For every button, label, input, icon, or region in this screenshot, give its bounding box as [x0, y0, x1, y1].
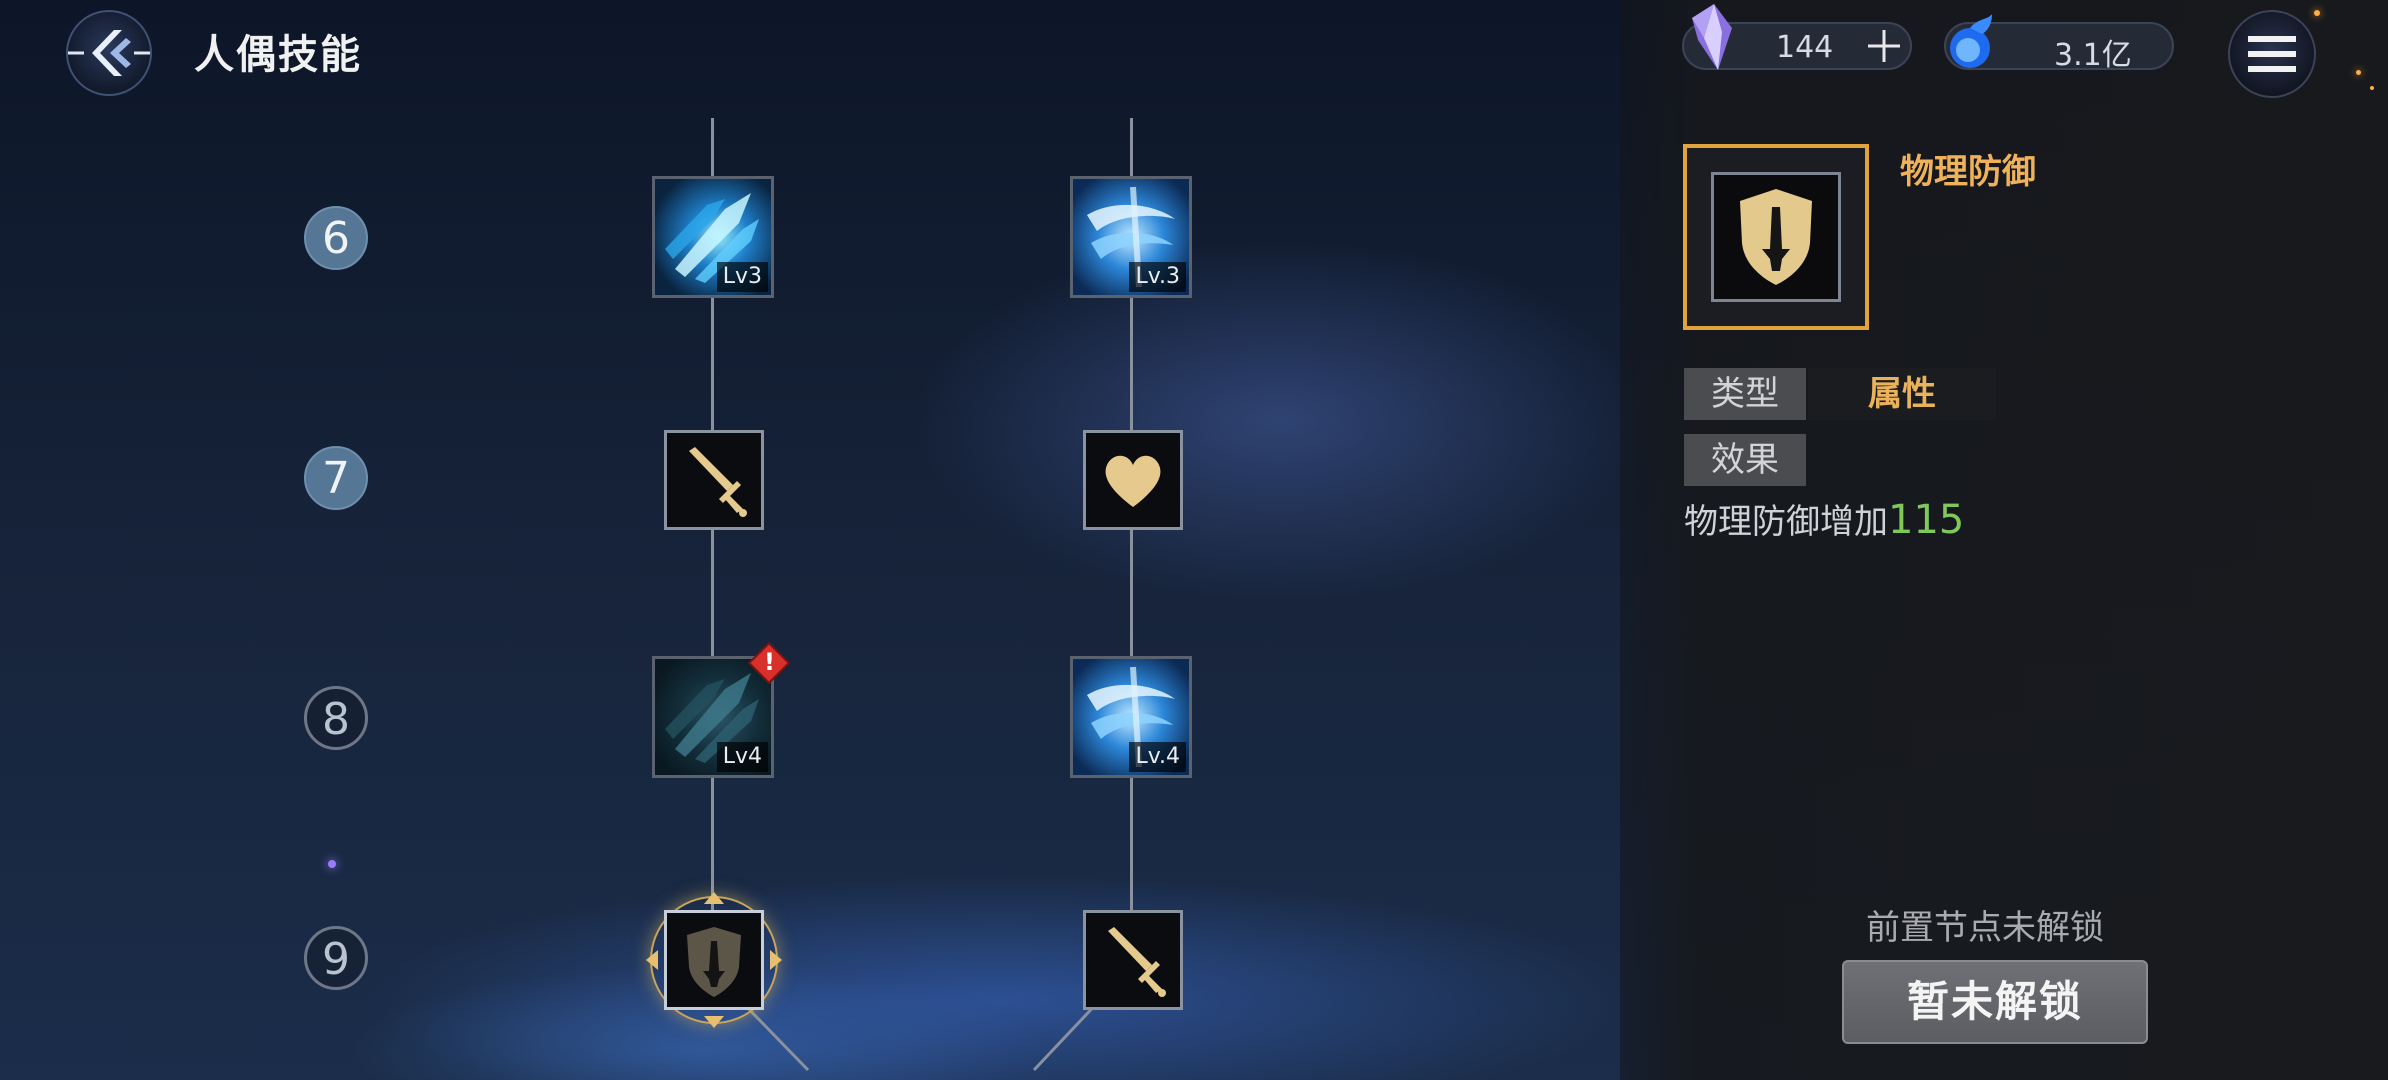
back-button[interactable] [66, 10, 152, 96]
skill-node-row7-left[interactable] [664, 430, 764, 530]
heart-icon [1105, 455, 1161, 507]
sword-attack-icon [1108, 927, 1166, 997]
skill-node-row8-left[interactable]: Lv4 [652, 656, 774, 778]
row-number: 7 [304, 446, 368, 510]
essence-amount: 3.1亿 [2054, 38, 2132, 73]
effect-text: 物理防御增加 [1684, 502, 1888, 542]
purple-crystal-icon [1692, 4, 1732, 70]
page-title: 人偶技能 [194, 32, 362, 78]
unlock-button[interactable]: 暂未解锁 [1842, 960, 2148, 1044]
skill-level-badge: Lv.3 [1129, 262, 1186, 292]
detail-icon-frame [1683, 144, 1869, 330]
plus-icon[interactable] [1866, 28, 1902, 64]
crystal-currency: 144 [1682, 4, 1912, 70]
skill-node-row9-left[interactable] [664, 910, 764, 1010]
detail-skill-name: 物理防御 [1900, 152, 2036, 192]
effect-label: 效果 [1684, 434, 1806, 486]
blue-flame-orb-icon [1950, 14, 1992, 68]
glow-particle [2314, 10, 2320, 16]
skill-node-row6-right[interactable]: Lv.3 [1070, 176, 1192, 298]
detail-icon-inner [1711, 172, 1841, 302]
essence-currency: 3.1亿 [1944, 14, 2174, 73]
glow-particle [328, 860, 336, 868]
skill-level-badge: Lv4 [716, 742, 768, 772]
shield-defense-icon [1740, 189, 1812, 285]
glow-particle [2370, 86, 2374, 90]
effect-value: 115 [1888, 497, 1965, 543]
menu-button[interactable] [2228, 10, 2316, 98]
skill-level-badge: Lv3 [716, 262, 768, 292]
prerequisite-status: 前置节点未解锁 [1866, 908, 2104, 948]
hamburger-menu-icon [2248, 36, 2296, 72]
back-arrow-icon [68, 30, 150, 76]
skill-node-row8-right[interactable]: Lv.4 [1070, 656, 1192, 778]
row-number: 8 [304, 686, 368, 750]
skill-node-row6-left[interactable]: Lv3 [652, 176, 774, 298]
row-number: 9 [304, 926, 368, 990]
skill-node-row7-right[interactable] [1083, 430, 1183, 530]
glow-particle [2356, 70, 2361, 75]
crystal-amount: 144 [1776, 30, 1834, 65]
effect-description: 物理防御增加115 [1684, 494, 1964, 543]
shield-defense-icon [687, 927, 741, 997]
sword-attack-icon [689, 447, 747, 517]
skill-node-row9-right[interactable] [1083, 910, 1183, 1010]
type-value: 属性 [1808, 368, 1996, 420]
alert-badge-mark: ! [764, 648, 775, 676]
row-number: 6 [304, 206, 368, 270]
skill-level-badge: Lv.4 [1129, 742, 1186, 772]
type-label: 类型 [1684, 368, 1806, 420]
